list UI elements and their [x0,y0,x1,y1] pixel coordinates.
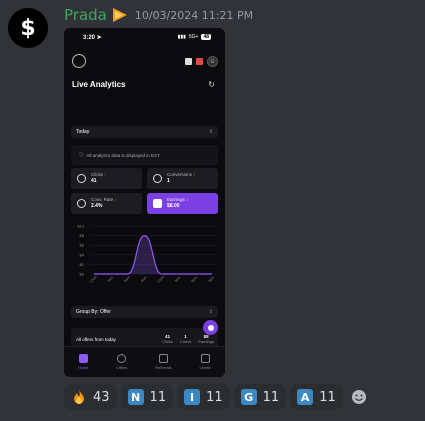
reaction-count: 11 [319,389,336,405]
conversion-icon [153,174,162,183]
dollar-icon [153,199,162,208]
cursor-icon [77,174,86,183]
status-indicators: ▮▮▮ 5G+ 48 [178,34,211,40]
chart-y-tick-label: $0 [80,272,85,277]
group-by-select: Group By: Offer ⇕ [71,306,218,318]
user-avatar[interactable]: $ [8,8,48,48]
date-filter-select: Today ⇕ [71,126,218,138]
conv-rate-card: Conv. Rate ↑ 2.4% [71,193,142,214]
chart-y-tick-label: $10 [77,224,84,229]
home-icon [78,354,88,363]
attached-screenshot[interactable]: 3:20 ➤ ▮▮▮ 5G+ 48 G Live Analytics ↻ Tod… [64,28,225,377]
reaction-i[interactable]: I 11 [177,384,230,410]
letter-n-icon: N [127,389,144,405]
page-title: Live Analytics [72,80,126,89]
levels-icon [200,354,210,363]
reaction-count: 43 [93,389,110,405]
chart-x-tick-label: 6am [123,275,131,283]
info-banner: ⓘ All analytics data is displayed in EST. [71,145,218,165]
top-icons: G [185,56,218,67]
clicks-card: Clicks ↑ 41 [71,168,142,189]
reaction-g[interactable]: G 11 [233,384,287,410]
referrals-icon [158,354,168,363]
chat-support-button [203,320,218,335]
status-time: 3:20 ➤ [83,35,102,41]
nav-referrals: Referrals [155,354,172,370]
rate-icon [77,199,86,208]
message-header: Prada 10/03/2024 11:21 PM [64,6,253,24]
avatar-symbol: $ [20,15,36,41]
fire-icon [74,390,84,404]
chart-y-tick-label: $6 [80,243,85,248]
chart-x-tick-label: 3am [106,275,114,283]
letter-g-icon: G [240,389,257,405]
offers-icon [117,354,127,363]
username[interactable]: Prada [64,6,107,24]
info-icon: ⓘ [79,152,84,157]
message-timestamp: 10/03/2024 11:21 PM [134,8,254,22]
battery-icon: 48 [201,34,211,40]
reaction-count: 11 [206,389,223,405]
earnings-card: Earnings ↑ $8.00 [147,193,218,214]
chevron-icon: ⇕ [208,129,213,135]
smiley-icon [351,390,366,404]
reaction-n[interactable]: N 11 [120,384,174,410]
add-reaction-button[interactable] [347,384,371,410]
letter-a-icon: A [297,389,314,405]
network-label: 5G+ [188,34,199,40]
gift-icon [185,58,192,65]
earnings-chart: $10 $8 $6 $4 $2 $0 12am 3am 6am 9am 12pm 3pm 6pm 9pm [77,224,216,284]
reaction-bar: 43 N 11 I 11 G 11 A 11 [64,384,371,410]
reaction-count: 11 [262,389,280,405]
nav-offers: Offers [117,354,127,370]
app-logo-icon [72,54,86,68]
letter-i-icon: I [184,389,201,405]
chart-x-tick-label: 12am [89,275,98,284]
chart-y-tick-label: $2 [80,262,85,267]
nav-home: Home [78,354,89,370]
notification-icon [196,58,203,65]
chart-x-tick-label: 9pm [207,275,215,283]
chart-x-tick-label: 3pm [174,275,182,283]
profile-icon: G [207,56,218,67]
reaction-a[interactable]: A 11 [290,384,343,410]
refresh-icon: ↻ [208,80,215,89]
reaction-count: 11 [149,389,167,405]
chart-x-tick-label: 12pm [156,275,165,284]
reaction-fire[interactable]: 43 [64,384,117,410]
role-flag-icon [112,8,127,22]
chart-x-tick-label: 9am [140,275,148,283]
nav-levels: Levels [199,354,211,370]
chart-y-tick-label: $8 [80,233,85,238]
conversions-card: Conversions ↑ 1 [147,168,218,189]
bottom-nav: Home Offers Referrals Levels [64,346,225,377]
chart-y-tick-label: $4 [80,252,85,257]
chart-x-tick-label: 6pm [191,275,199,283]
signal-icon: ▮▮▮ [177,34,186,40]
